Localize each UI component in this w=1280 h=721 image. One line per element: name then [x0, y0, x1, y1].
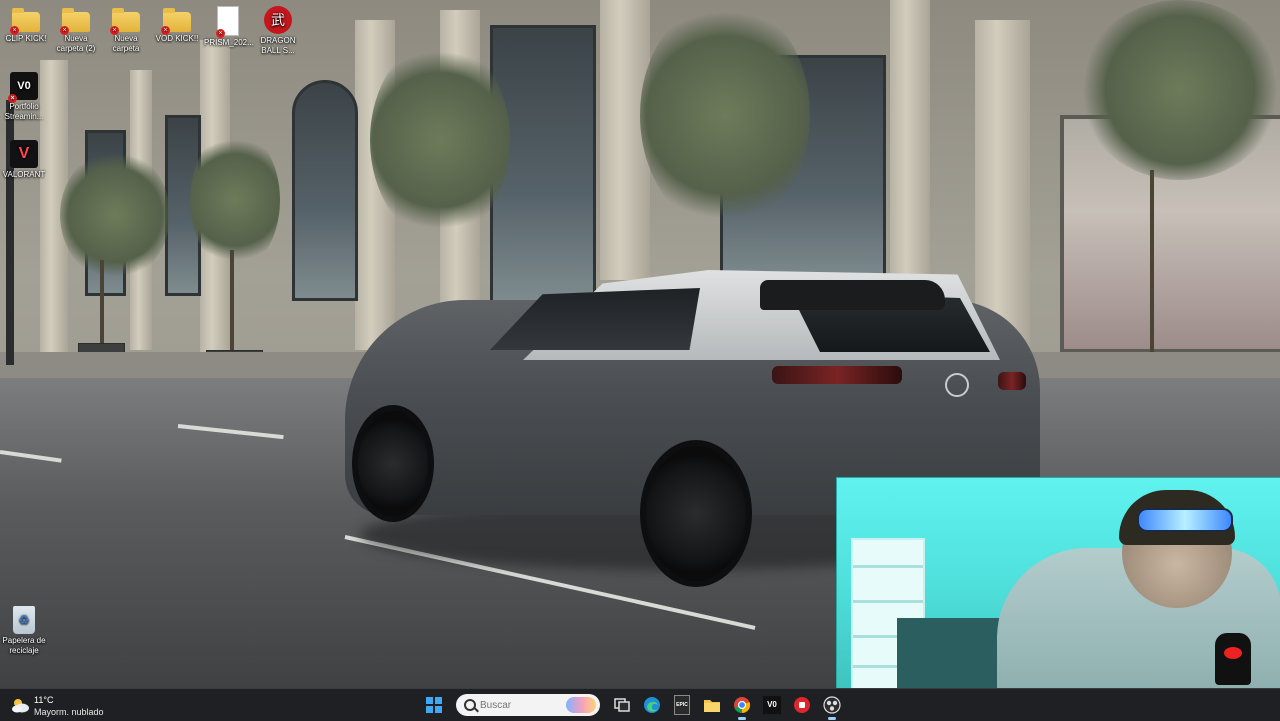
webcam-overlay	[836, 477, 1280, 690]
folder-icon: ×	[10, 8, 40, 35]
street-tree	[60, 150, 170, 280]
taskbar-app-obs[interactable]	[820, 693, 844, 720]
desktop-icon-recycle-bin[interactable]: ♻ Papelera de reciclaje	[0, 606, 48, 656]
weather-condition: Mayorm. nublado	[34, 707, 104, 717]
file-explorer-icon	[704, 700, 720, 712]
desktop-icon-label: Nueva carpeta (2)	[56, 34, 96, 53]
portfolio-app-icon: V0 ×	[8, 72, 38, 103]
desktop-icon-clip-kick[interactable]: × CLIP KICK!	[2, 6, 50, 44]
building-pillar	[890, 0, 930, 300]
epic-games-icon: EPIC	[674, 695, 690, 715]
car-taillight	[772, 366, 902, 384]
cloudy-weather-icon	[12, 699, 29, 713]
car-taillight	[998, 372, 1026, 390]
taskbar-app-portfolio-streaming[interactable]: V0	[760, 693, 784, 717]
sync-error-badge: ×	[161, 26, 170, 35]
webcam-goggles	[1137, 508, 1233, 532]
desktop-icon-label: Portfolio Streamin...	[4, 102, 44, 121]
sync-error-badge: ×	[10, 26, 19, 35]
desktop-icon-portfolio-streaming[interactable]: V0 × Portfolio Streamin...	[0, 72, 48, 122]
taskbar-app-edge[interactable]	[640, 693, 664, 717]
pixel-cat-sprite	[1215, 633, 1251, 685]
taskbar-app-file-explorer[interactable]	[700, 693, 724, 717]
desktop-icon-prism[interactable]: × PRISM_202...	[204, 6, 254, 48]
desktop-icon-nueva-carpeta[interactable]: × Nueva carpeta	[102, 6, 150, 54]
folder-icon: ×	[110, 8, 140, 35]
street-tree	[1080, 0, 1280, 180]
tree-trunk	[100, 260, 104, 350]
desktop-icon-label: Papelera de reciclaje	[2, 636, 46, 655]
windows-icon	[426, 697, 442, 713]
folder-icon: ×	[161, 8, 191, 35]
taskbar-search[interactable]	[456, 694, 600, 716]
search-input[interactable]	[480, 697, 560, 713]
taskbar-app-record[interactable]	[790, 693, 814, 717]
portfolio-glyph: V0	[17, 80, 31, 92]
portfolio-streaming-icon: V0	[763, 696, 781, 714]
desktop-icon-label: VOD KICK!!	[155, 34, 199, 43]
sync-error-badge: ×	[60, 26, 69, 35]
arched-window	[292, 80, 358, 301]
desktop-icon-nueva-carpeta-2[interactable]: × Nueva carpeta (2)	[52, 6, 100, 54]
shelf-line	[853, 565, 923, 568]
edge-icon	[644, 697, 660, 713]
building-pillar	[975, 20, 1030, 350]
car-front-wheel	[352, 405, 434, 522]
folder-icon: ×	[60, 8, 90, 35]
sync-error-badge: ×	[8, 94, 17, 103]
desktop-icon-vod-kick[interactable]: × VOD KICK!!	[153, 6, 201, 44]
desktop-icon-dragon-ball[interactable]: 武 DRAGON BALL S...	[254, 6, 302, 56]
street-tree	[370, 40, 510, 240]
desktop-icon-valorant[interactable]: V VALORANT	[0, 140, 48, 180]
car-spoiler	[760, 280, 945, 310]
street-tree	[190, 130, 280, 270]
dragon-ball-app-icon: 武	[264, 6, 292, 34]
weather-widget[interactable]: 11°C Mayorm. nublado	[10, 693, 130, 717]
record-app-icon	[794, 697, 810, 713]
valorant-icon: V	[10, 140, 38, 168]
desktop-icon-label: DRAGON BALL S...	[260, 36, 296, 55]
taskbar-app-chrome[interactable]	[730, 693, 754, 720]
task-view-button[interactable]	[610, 693, 634, 717]
street-tree	[640, 0, 810, 230]
taskbar-app-epic-games[interactable]: EPIC	[670, 693, 694, 717]
desktop-icon-label: PRISM_202...	[204, 38, 254, 47]
recycle-bin-icon: ♻	[13, 606, 35, 634]
taskbar: 11°C Mayorm. nublado EPIC	[0, 688, 1280, 721]
obs-icon	[823, 696, 841, 714]
task-view-icon	[614, 698, 630, 712]
start-button[interactable]	[422, 693, 446, 717]
search-icon	[464, 699, 476, 711]
desktop-icon-label: VALORANT	[2, 170, 46, 179]
desktop-icon-label: Nueva carpeta	[112, 34, 140, 53]
sync-error-badge: ×	[110, 26, 119, 35]
taskbar-center: EPIC V0	[422, 693, 844, 720]
chrome-icon	[734, 697, 751, 714]
document-icon: ×	[216, 6, 239, 38]
desktop-icon-label: CLIP KICK!	[5, 34, 47, 43]
weather-temperature: 11°C	[34, 695, 54, 705]
tree-trunk	[230, 250, 234, 350]
sync-error-badge: ×	[216, 29, 225, 38]
car-logo	[945, 373, 969, 397]
car-rear-wheel	[640, 440, 752, 587]
search-highlight-icon	[566, 697, 596, 713]
shelf-line	[853, 600, 923, 603]
